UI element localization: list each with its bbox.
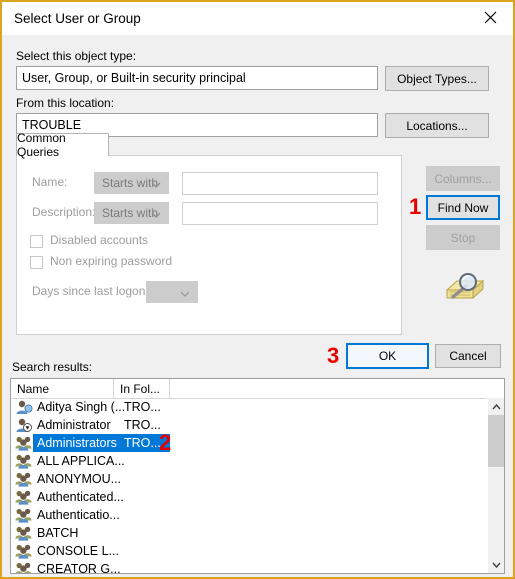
table-row[interactable]: CONSOLE L... [11, 542, 488, 560]
list-scrollbar[interactable] [487, 398, 504, 573]
row-name: Authenticatio... [37, 508, 120, 522]
description-operator-dropdown[interactable]: Starts with [94, 202, 169, 224]
title-bar: Select User or Group [2, 2, 513, 35]
column-header-name[interactable]: Name [11, 379, 114, 398]
find-now-button[interactable]: Find Now [426, 195, 500, 220]
chevron-down-icon [151, 178, 161, 192]
tab-common-queries[interactable]: Common Queries [16, 131, 109, 159]
annotation-2: 2 [159, 430, 172, 455]
row-name: Authenticated... [37, 490, 124, 504]
dialog-body: Select this object type: User, Group, or… [2, 35, 513, 577]
group-icon [15, 453, 33, 469]
magnifier-folder-icon [443, 268, 487, 306]
table-row[interactable]: BATCH [11, 524, 488, 542]
row-name: Administrator [37, 418, 111, 432]
row-name: ALL APPLICA... [37, 454, 125, 468]
row-in-folder: TRO... [124, 418, 161, 432]
row-name: CONSOLE L... [37, 544, 119, 558]
table-row[interactable]: Authenticatio... [11, 506, 488, 524]
group-icon [15, 561, 33, 573]
table-row[interactable]: ANONYMOU... [11, 470, 488, 488]
non-expiring-password-checkbox[interactable] [30, 256, 43, 269]
annotation-1: 1 [409, 194, 422, 219]
table-row[interactable]: Administrator TRO... [11, 416, 488, 434]
location-label: From this location: [16, 96, 115, 110]
row-name: Aditya Singh (... [37, 400, 126, 414]
group-icon [15, 543, 33, 559]
user-arrow-icon [15, 417, 33, 433]
group-icon [15, 435, 33, 451]
ok-button[interactable]: OK [346, 343, 429, 369]
group-icon [15, 507, 33, 523]
disabled-accounts-checkbox[interactable] [30, 235, 43, 248]
name-operator-value: Starts with [102, 176, 159, 190]
object-types-button[interactable]: Object Types... [385, 66, 489, 91]
non-expiring-password-label: Non expiring password [50, 254, 173, 268]
days-since-last-logon-label: Days since last logon: [32, 284, 149, 298]
chevron-down-icon [180, 287, 190, 301]
row-name: Administrators [37, 436, 117, 450]
object-type-field[interactable]: User, Group, or Built-in security princi… [16, 66, 378, 90]
days-since-last-logon-dropdown[interactable] [146, 281, 198, 303]
select-user-or-group-dialog: Select User or Group Select this object … [0, 0, 515, 579]
row-name: CREATOR G... [37, 562, 121, 573]
group-icon [15, 525, 33, 541]
table-row[interactable]: Administrators TRO... [11, 434, 488, 452]
locations-button[interactable]: Locations... [385, 113, 489, 138]
table-row[interactable]: Aditya Singh (... TRO... [11, 398, 488, 416]
row-in-folder: TRO... [124, 400, 161, 414]
close-glyph [484, 11, 497, 24]
table-row[interactable]: CREATOR G... [11, 560, 488, 573]
description-value-input[interactable] [182, 202, 378, 225]
description-operator-value: Starts with [102, 206, 159, 220]
list-column-headers: Name In Fol... [11, 379, 504, 399]
name-operator-dropdown[interactable]: Starts with [94, 172, 169, 194]
table-row[interactable]: Authenticated... [11, 488, 488, 506]
name-value-input[interactable] [182, 172, 378, 195]
scrollbar-thumb[interactable] [488, 415, 504, 467]
table-row[interactable]: ALL APPLICA... [11, 452, 488, 470]
columns-button[interactable]: Columns... [426, 166, 500, 191]
group-icon [15, 489, 33, 505]
disabled-accounts-label: Disabled accounts [50, 233, 149, 247]
group-icon [15, 471, 33, 487]
scroll-down-icon[interactable] [488, 556, 504, 573]
column-header-in-folder[interactable]: In Fol... [114, 379, 170, 398]
row-name: ANONYMOU... [37, 472, 122, 486]
cancel-button[interactable]: Cancel [435, 344, 501, 368]
user-icon [15, 399, 33, 415]
window-title: Select User or Group [14, 11, 141, 26]
scroll-up-icon[interactable] [488, 398, 504, 415]
close-icon[interactable] [468, 2, 513, 33]
object-type-label: Select this object type: [16, 49, 137, 63]
stop-button[interactable]: Stop [426, 225, 500, 250]
row-name: BATCH [37, 526, 79, 540]
list-rows: Aditya Singh (... TRO... Administrator TRO.… [11, 398, 488, 573]
chevron-down-icon [151, 208, 161, 222]
description-label: Description: [32, 205, 96, 219]
search-results-label: Search results: [12, 360, 93, 374]
name-label: Name: [32, 175, 68, 189]
row-in-folder: TRO... [124, 436, 161, 450]
search-results-list[interactable]: Name In Fol... Aditya Singh (... TRO... Ad… [10, 378, 505, 574]
annotation-3: 3 [327, 343, 340, 368]
